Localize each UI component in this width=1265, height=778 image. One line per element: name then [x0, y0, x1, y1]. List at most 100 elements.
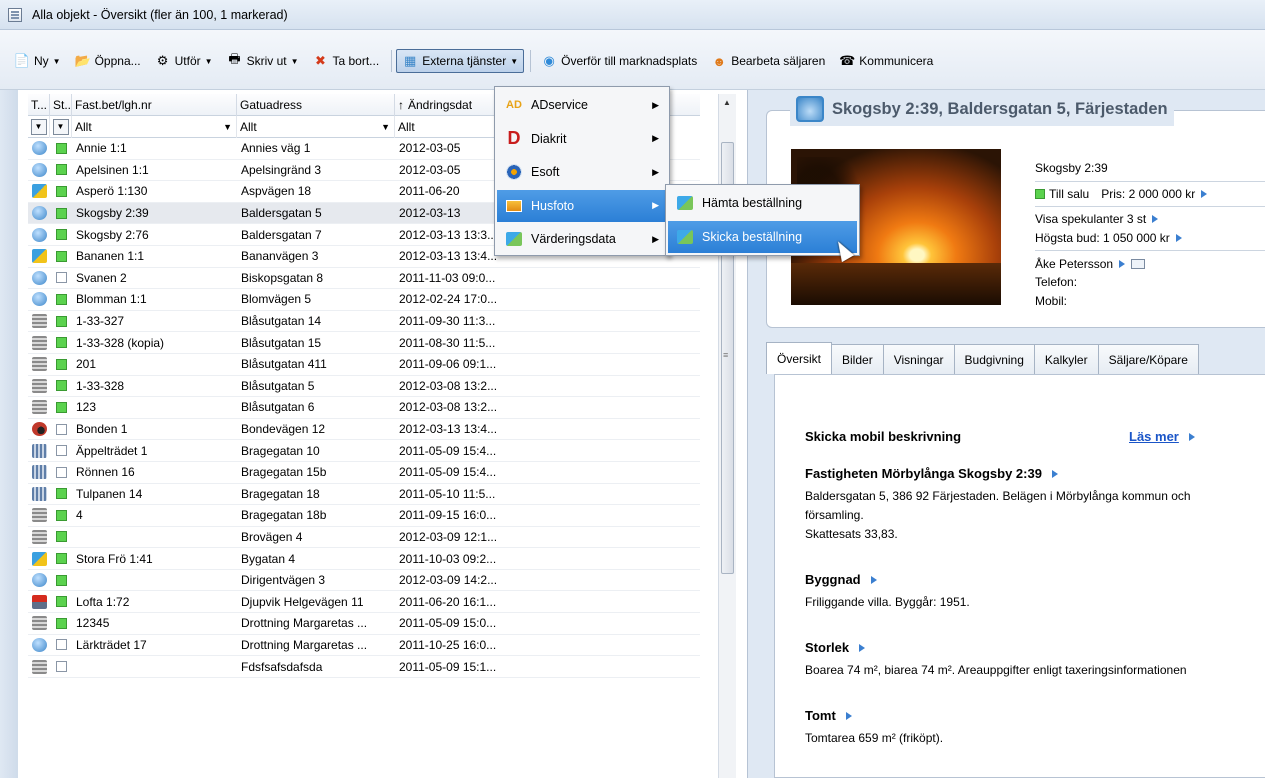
row-datum: 2011-10-03 09:2... [399, 551, 497, 566]
section-line: Baldersgatan 5, 386 92 Färjestaden. Belä… [805, 489, 1191, 503]
table-row[interactable]: 201 Blåsutgatan 411 2011-09-06 09:1... [28, 354, 700, 376]
toolbar-button-6[interactable]: ◉ Överför till marknadsplats [535, 49, 703, 73]
filter-status[interactable]: ▼ [50, 116, 72, 138]
menu-item-värderingsdata[interactable]: Värderingsdata ▶ [497, 223, 667, 255]
table-row[interactable]: Brovägen 4 2012-03-09 12:1... [28, 527, 700, 549]
menu-item-hamta-bestallning[interactable]: Hämta beställning [668, 187, 857, 219]
toolbar-button-4[interactable]: ✖ Ta bort... [307, 49, 386, 73]
menu-item-label: Skicka beställning [702, 230, 803, 244]
play-arrow-icon[interactable] [1051, 469, 1058, 478]
play-arrow-icon[interactable] [845, 711, 852, 720]
spekulanter-line[interactable]: Visa spekulanter 3 st [1035, 210, 1265, 229]
table-row[interactable]: Svanen 2 Biskopsgatan 8 2011-11-03 09:0... [28, 268, 700, 290]
row-type-cell [28, 616, 50, 631]
table-row[interactable]: 1-33-328 (kopia) Blåsutgatan 15 2011-08-30… [28, 332, 700, 354]
chevron-right-icon: ▶ [652, 166, 659, 177]
status-green-icon [55, 293, 67, 305]
tab-4[interactable]: Kalkyler [1033, 344, 1099, 374]
table-row[interactable]: 123 Blåsutgatan 6 2012-03-08 13:2... [28, 397, 700, 419]
bud-text: Högsta bud: 1 050 000 kr [1035, 231, 1170, 246]
chevron-down-icon[interactable]: ▼ [53, 57, 61, 66]
chevron-down-icon[interactable]: ▼ [381, 117, 394, 137]
row-datum: 2012-02-24 17:0... [399, 292, 498, 307]
play-arrow-icon[interactable] [1119, 259, 1126, 268]
row-gatuadress: Bragegatan 15b [241, 465, 327, 480]
table-row[interactable]: Rönnen 16 Bragegatan 15b 2011-05-09 15:4..… [28, 462, 700, 484]
gears-icon: ⚙ [156, 53, 169, 68]
menu-item-esoft[interactable]: Esoft ▶ [497, 156, 667, 188]
row-gatuadress: Biskopsgatan 8 [241, 270, 324, 285]
chevron-down-icon[interactable]: ▼ [205, 57, 213, 66]
mail-icon[interactable] [1131, 258, 1146, 269]
toolbar-button-1[interactable]: 📂 Öppna... [69, 49, 147, 73]
table-row[interactable]: Fdsfsafsdafsda 2011-05-09 15:1... [28, 656, 700, 678]
table-row[interactable]: Lärkträdet 17 Drottning Margaretas ... 201… [28, 635, 700, 657]
table-row[interactable]: 1-33-327 Blåsutgatan 14 2011-09-30 11:3... [28, 311, 700, 333]
house-type-icon [31, 141, 47, 156]
toolbar-button-label: Ny [34, 54, 49, 68]
header-type[interactable]: T... [28, 94, 50, 116]
toolbar-button-3[interactable]: 🖶 Skriv ut ▼ [221, 49, 305, 73]
table-row[interactable]: 1-33-328 Blåsutgatan 5 2012-03-08 13:2... [28, 376, 700, 398]
header-status[interactable]: St... [50, 94, 72, 116]
detail-tabs: Översikt Bilder Visningar Budgivning Kalkyle… [766, 342, 1199, 374]
header-gatuadress[interactable]: Gatuadress [237, 94, 395, 116]
chevron-down-icon[interactable]: ▼ [291, 57, 299, 66]
toolbar-button-7[interactable]: ☻ Bearbeta säljaren [705, 49, 831, 73]
chevron-down-icon[interactable]: ▼ [223, 117, 236, 137]
chevron-down-icon[interactable]: ▼ [30, 119, 47, 135]
chevron-down-icon[interactable]: ▼ [52, 119, 69, 135]
read-more-link[interactable]: Läs mer [1129, 429, 1195, 444]
row-fastbet: Skogsby 2:76 [76, 227, 149, 242]
filter-fastbet[interactable]: Allt ▼ [72, 116, 237, 138]
table-row[interactable]: Dirigentvägen 3 2012-03-09 14:2... [28, 570, 700, 592]
play-arrow-icon[interactable] [1201, 189, 1208, 198]
menu-item-label: Esoft [531, 165, 560, 180]
table-row[interactable]: Tulpanen 14 Bragegatan 18 2011-05-10 11:5.… [28, 484, 700, 506]
toolbar-button-2[interactable]: ⚙ Utför ▼ [149, 49, 219, 73]
row-status-cell [50, 574, 72, 586]
toolbar-button-5[interactable]: ▦ Externa tjänster ▼ [396, 49, 525, 73]
row-gatuadress: Blåsutgatan 14 [241, 314, 322, 329]
toolbar-button-8[interactable]: ☎ Kommunicera [833, 49, 939, 73]
status-green-icon [55, 207, 67, 219]
menu-item-diakrit[interactable]: D Diakrit ▶ [497, 123, 667, 155]
bud-line[interactable]: Högsta bud: 1 050 000 kr [1035, 229, 1265, 248]
filter-gatuadress[interactable]: Allt ▼ [237, 116, 395, 138]
menu-item-skicka-bestallning[interactable]: Skicka beställning [668, 221, 857, 253]
chevron-down-icon[interactable]: ▼ [510, 57, 518, 66]
play-arrow-icon[interactable] [1152, 215, 1159, 224]
table-row[interactable]: Blomman 1:1 Blomvägen 5 2012-02-24 17:0... [28, 289, 700, 311]
menu-item-husfoto[interactable]: Husfoto ▶ [497, 189, 667, 222]
scroll-up-icon[interactable]: ▲ [723, 98, 731, 107]
row-type-cell [28, 594, 50, 609]
apt-type-icon [31, 616, 47, 631]
house-icon [796, 96, 824, 122]
section-title[interactable]: Tomt [805, 708, 1265, 723]
tab-2[interactable]: Visningar [882, 344, 955, 374]
filter-type[interactable]: ▼ [28, 116, 50, 138]
tab-3[interactable]: Budgivning [953, 344, 1035, 374]
row-fastbet: 12345 [76, 616, 110, 631]
section-title[interactable]: Fastigheten Mörbylånga Skogsby 2:39 [805, 466, 1265, 481]
play-arrow-icon[interactable] [1175, 234, 1182, 243]
table-row[interactable]: Lofta 1:72 Djupvik Helgevägen 11 2011-06-2… [28, 591, 700, 614]
toolbar-button-label: Öppna... [94, 54, 141, 68]
play-arrow-icon[interactable] [870, 575, 877, 584]
table-row[interactable]: Stora Frö 1:41 Bygatan 4 2011-10-03 09:2..… [28, 548, 700, 570]
menu-item-adservice[interactable]: AD ADservice ▶ [497, 89, 667, 121]
row-gatuadress: Blåsutgatan 411 [241, 357, 327, 372]
tab-1[interactable]: Bilder [831, 344, 884, 374]
section-title[interactable]: Byggnad [805, 572, 1265, 587]
table-row[interactable]: 12345 Drottning Margaretas ... 2011-05-09 … [28, 613, 700, 635]
header-fastbet[interactable]: Fast.bet/lgh.nr [72, 94, 237, 116]
toolbar-button-0[interactable]: 📄 Ny ▼ [8, 49, 67, 73]
tab-0[interactable]: Översikt [766, 342, 833, 374]
play-arrow-icon[interactable] [859, 643, 866, 652]
table-row[interactable]: Bonden 1 Bondevägen 12 2012-03-13 13:4... [28, 419, 700, 441]
section-title[interactable]: Storlek [805, 640, 1265, 655]
table-row[interactable]: Äppelträdet 1 Bragegatan 10 2011-05-09 15:… [28, 440, 700, 462]
left-splitter-grip[interactable] [0, 90, 18, 778]
table-row[interactable]: 4 Bragegatan 18b 2011-09-15 16:0... [28, 505, 700, 527]
tab-5[interactable]: Säljare/Köpare [1097, 344, 1199, 374]
